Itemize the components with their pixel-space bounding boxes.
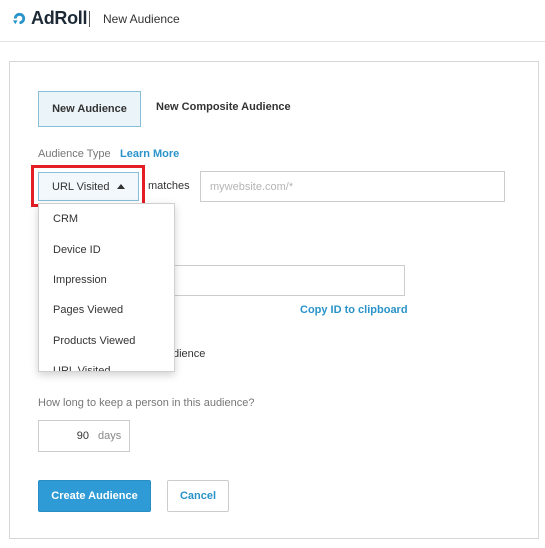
logo-text: AdRoll [31, 8, 88, 28]
create-audience-button[interactable]: Create Audience [38, 480, 151, 512]
partial-audience-label: dience [173, 348, 206, 360]
tab-new-composite-audience[interactable]: New Composite Audience [156, 101, 291, 113]
learn-more-link[interactable]: Learn More [120, 148, 179, 160]
audience-type-label: Audience Type [38, 148, 111, 160]
adroll-logo[interactable]: AdRoll [12, 8, 88, 29]
duration-value: 90 [76, 430, 89, 442]
tab-new-audience[interactable]: New Audience [38, 91, 141, 127]
dropdown-option-url-visited[interactable]: URL Visited [39, 356, 174, 371]
top-bar: AdRoll New Audience [0, 0, 545, 42]
header-divider [89, 11, 90, 27]
cancel-button[interactable]: Cancel [167, 480, 229, 512]
url-pattern-input[interactable] [200, 171, 505, 202]
page-title: New Audience [103, 12, 180, 26]
audience-type-dropdown: CRM Device ID Impression Pages Viewed Pr… [38, 203, 175, 372]
dropdown-option-device-id[interactable]: Device ID [39, 234, 174, 264]
dropdown-option-crm[interactable]: CRM [39, 204, 174, 234]
id-field[interactable] [160, 265, 405, 296]
dropdown-option-impression[interactable]: Impression [39, 265, 174, 295]
audience-form-panel: New Audience New Composite Audience Audi… [9, 61, 539, 539]
dropdown-option-products-viewed[interactable]: Products Viewed [39, 326, 174, 356]
audience-type-select[interactable]: URL Visited [38, 172, 139, 201]
matches-label: matches [148, 180, 190, 192]
duration-unit: days [98, 430, 122, 442]
copy-id-link[interactable]: Copy ID to clipboard [300, 304, 408, 316]
duration-input[interactable]: 90 days [38, 420, 130, 452]
duration-label: How long to keep a person in this audien… [38, 397, 255, 409]
audience-type-selected-value: URL Visited [52, 180, 110, 193]
caret-up-icon [117, 184, 126, 189]
adroll-logo-icon [12, 12, 26, 25]
dropdown-option-pages-viewed[interactable]: Pages Viewed [39, 295, 174, 325]
